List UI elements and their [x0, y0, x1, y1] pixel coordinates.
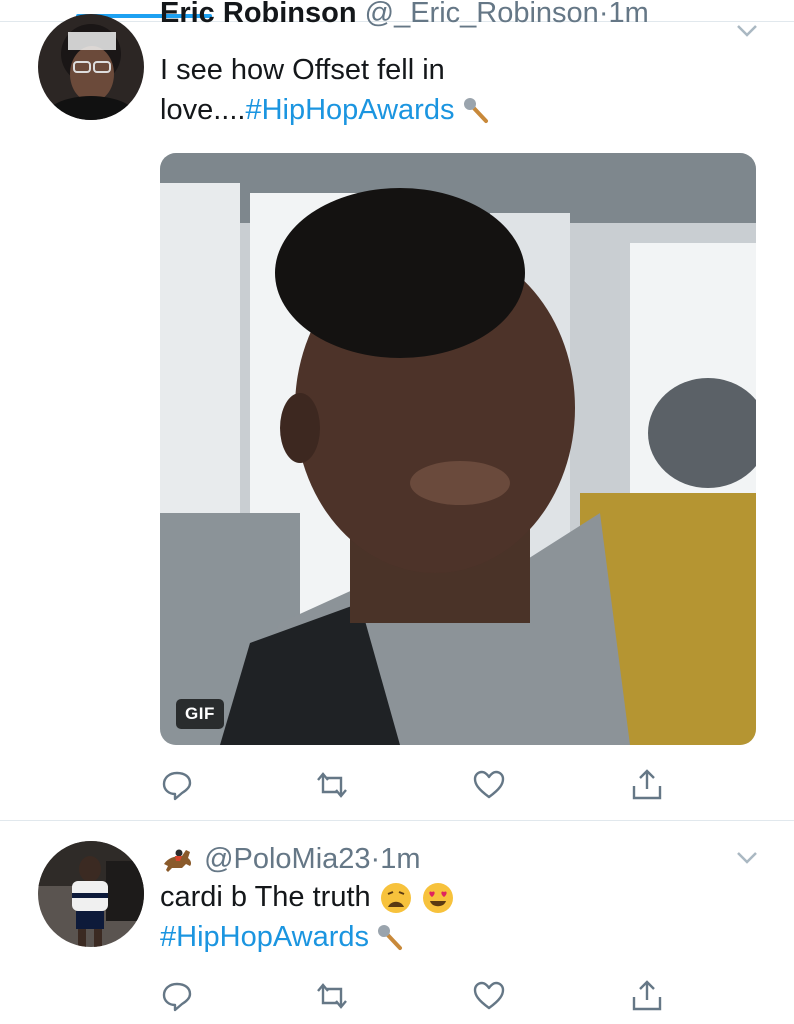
microphone-emoji-icon: [463, 98, 488, 124]
retweet-icon[interactable]: [315, 768, 349, 802]
timestamp[interactable]: 1m: [380, 843, 420, 875]
timestamp[interactable]: 1m: [608, 0, 648, 29]
reply-icon[interactable]: [160, 979, 194, 1013]
action-bar: [160, 979, 680, 1013]
tweet-text-line1: cardi b The truth: [160, 881, 371, 913]
tweet-text-line1: I see how Offset fell in: [160, 54, 445, 86]
weary-face-emoji-icon: [380, 883, 411, 914]
action-bar: [160, 768, 680, 802]
hashtag-link[interactable]: #HipHopAwards: [160, 921, 369, 953]
avatar[interactable]: [38, 841, 144, 947]
tweet-eric[interactable]: Eric Robinson @_Eric_Robinson·1m I see h…: [0, 0, 794, 820]
share-icon[interactable]: [630, 979, 664, 1013]
heart-icon[interactable]: [472, 979, 506, 1013]
gif-media[interactable]: GIF: [160, 153, 756, 745]
handle[interactable]: @PoloMia23: [204, 843, 370, 875]
tweet-text-line2: love....: [160, 94, 246, 126]
share-icon[interactable]: [630, 768, 664, 802]
avatar[interactable]: [38, 14, 144, 120]
chevron-down-icon[interactable]: [736, 24, 758, 38]
handle[interactable]: @_Eric_Robinson: [365, 0, 599, 29]
microphone-emoji-icon: [378, 925, 403, 951]
tweet-header: @PoloMia23·1m: [160, 843, 421, 876]
hashtag-link[interactable]: #HipHopAwards: [245, 94, 454, 126]
retweet-icon[interactable]: [315, 979, 349, 1013]
heart-icon[interactable]: [472, 768, 506, 802]
heart-eyes-emoji-icon: [422, 883, 453, 914]
tweet-header: Eric Robinson @_Eric_Robinson·1m: [160, 0, 649, 30]
reply-icon[interactable]: [160, 768, 194, 802]
gif-badge: GIF: [176, 699, 224, 729]
horse-racing-emoji-icon: [164, 849, 192, 873]
separator: ·: [370, 843, 381, 875]
display-name[interactable]: Eric Robinson: [160, 0, 357, 29]
tweet-text: cardi b The truth #HipHopAwards: [160, 877, 720, 957]
chevron-down-icon[interactable]: [736, 851, 758, 865]
tweet-polomia[interactable]: @PoloMia23·1m cardi b The truth #HipHopA…: [0, 821, 794, 1024]
tweet-text: I see how Offset fell in love....#HipHop…: [160, 50, 720, 130]
